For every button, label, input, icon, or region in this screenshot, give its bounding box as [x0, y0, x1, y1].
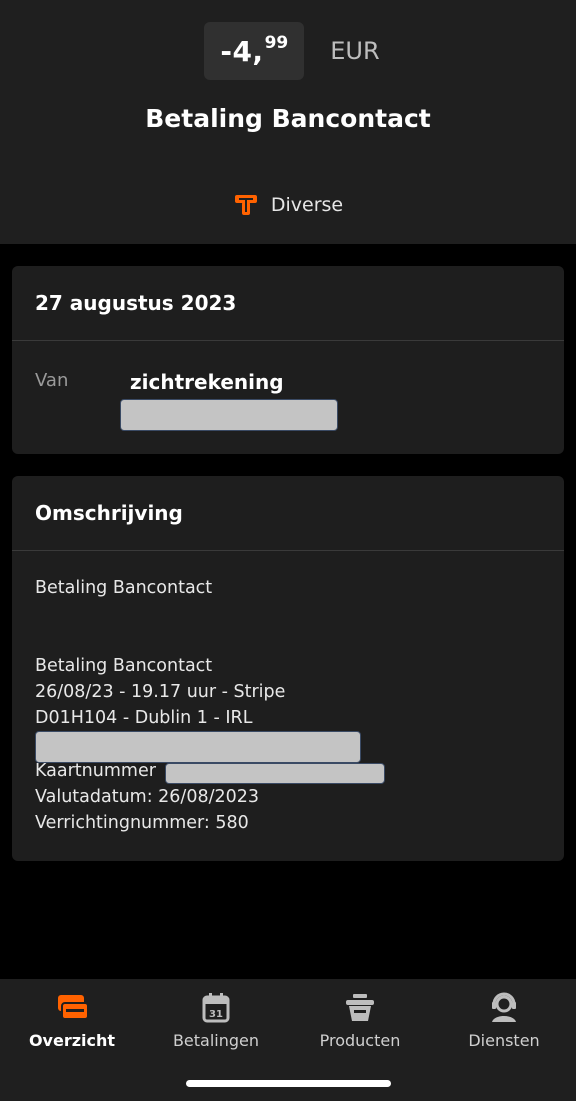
description-line: Betaling Bancontact — [35, 656, 213, 676]
card-number-label: Kaartnummer — [35, 761, 156, 781]
category-row[interactable]: Diverse — [0, 192, 576, 218]
nav-label: Overzicht — [28, 1031, 116, 1050]
description-line: D01H104 - Dublin 1 - IRL — [35, 708, 253, 728]
category-label: Diverse — [270, 194, 344, 216]
description-card: Omschrijving Betaling Bancontact Betalin… — [12, 476, 564, 861]
details-card: 27 augustus 2023 Van zichtrekening — [12, 266, 564, 454]
amount-box: -4, 99 — [204, 22, 305, 80]
transaction-number: Verrichtingnummer: 580 — [35, 813, 249, 833]
account-name: zichtrekening — [130, 370, 284, 394]
description-heading: Omschrijving — [12, 476, 564, 551]
amount-decimals: 99 — [264, 33, 289, 53]
basket-icon — [346, 994, 374, 1021]
nav-label: Producten — [319, 1031, 401, 1050]
currency-label: EUR — [330, 37, 380, 65]
nav-item-betalingen[interactable]: 31 Betalingen — [144, 991, 288, 1050]
home-indicator[interactable] — [186, 1080, 391, 1087]
from-label: Van — [35, 370, 69, 391]
tag-icon — [234, 195, 257, 215]
svg-text:31: 31 — [209, 1009, 223, 1020]
nav-label: Diensten — [468, 1031, 540, 1050]
description-line: 26/08/23 - 19.17 uur - Stripe — [35, 682, 286, 702]
amount-integer: -4, — [220, 34, 264, 68]
overview-icon — [58, 995, 89, 1020]
calendar-icon: 31 — [202, 993, 230, 1023]
redacted-field — [35, 731, 361, 763]
description-line: Betaling Bancontact — [35, 578, 213, 598]
amount-row: -4, 99 EUR — [0, 22, 576, 80]
nav-item-producten[interactable]: Producten — [288, 991, 432, 1050]
transaction-title: Betaling Bancontact — [145, 104, 431, 133]
redacted-account-number — [120, 399, 338, 431]
value-date: Valutadatum: 26/08/2023 — [35, 787, 260, 807]
nav-label: Betalingen — [172, 1031, 260, 1050]
support-icon — [492, 992, 516, 1022]
transaction-header: -4, 99 EUR Betaling Bancontact Diverse — [0, 0, 576, 244]
nav-item-overzicht[interactable]: Overzicht — [0, 991, 144, 1050]
redacted-card-number — [165, 763, 385, 784]
transaction-date: 27 augustus 2023 — [12, 266, 564, 341]
nav-item-diensten[interactable]: Diensten — [432, 991, 576, 1050]
